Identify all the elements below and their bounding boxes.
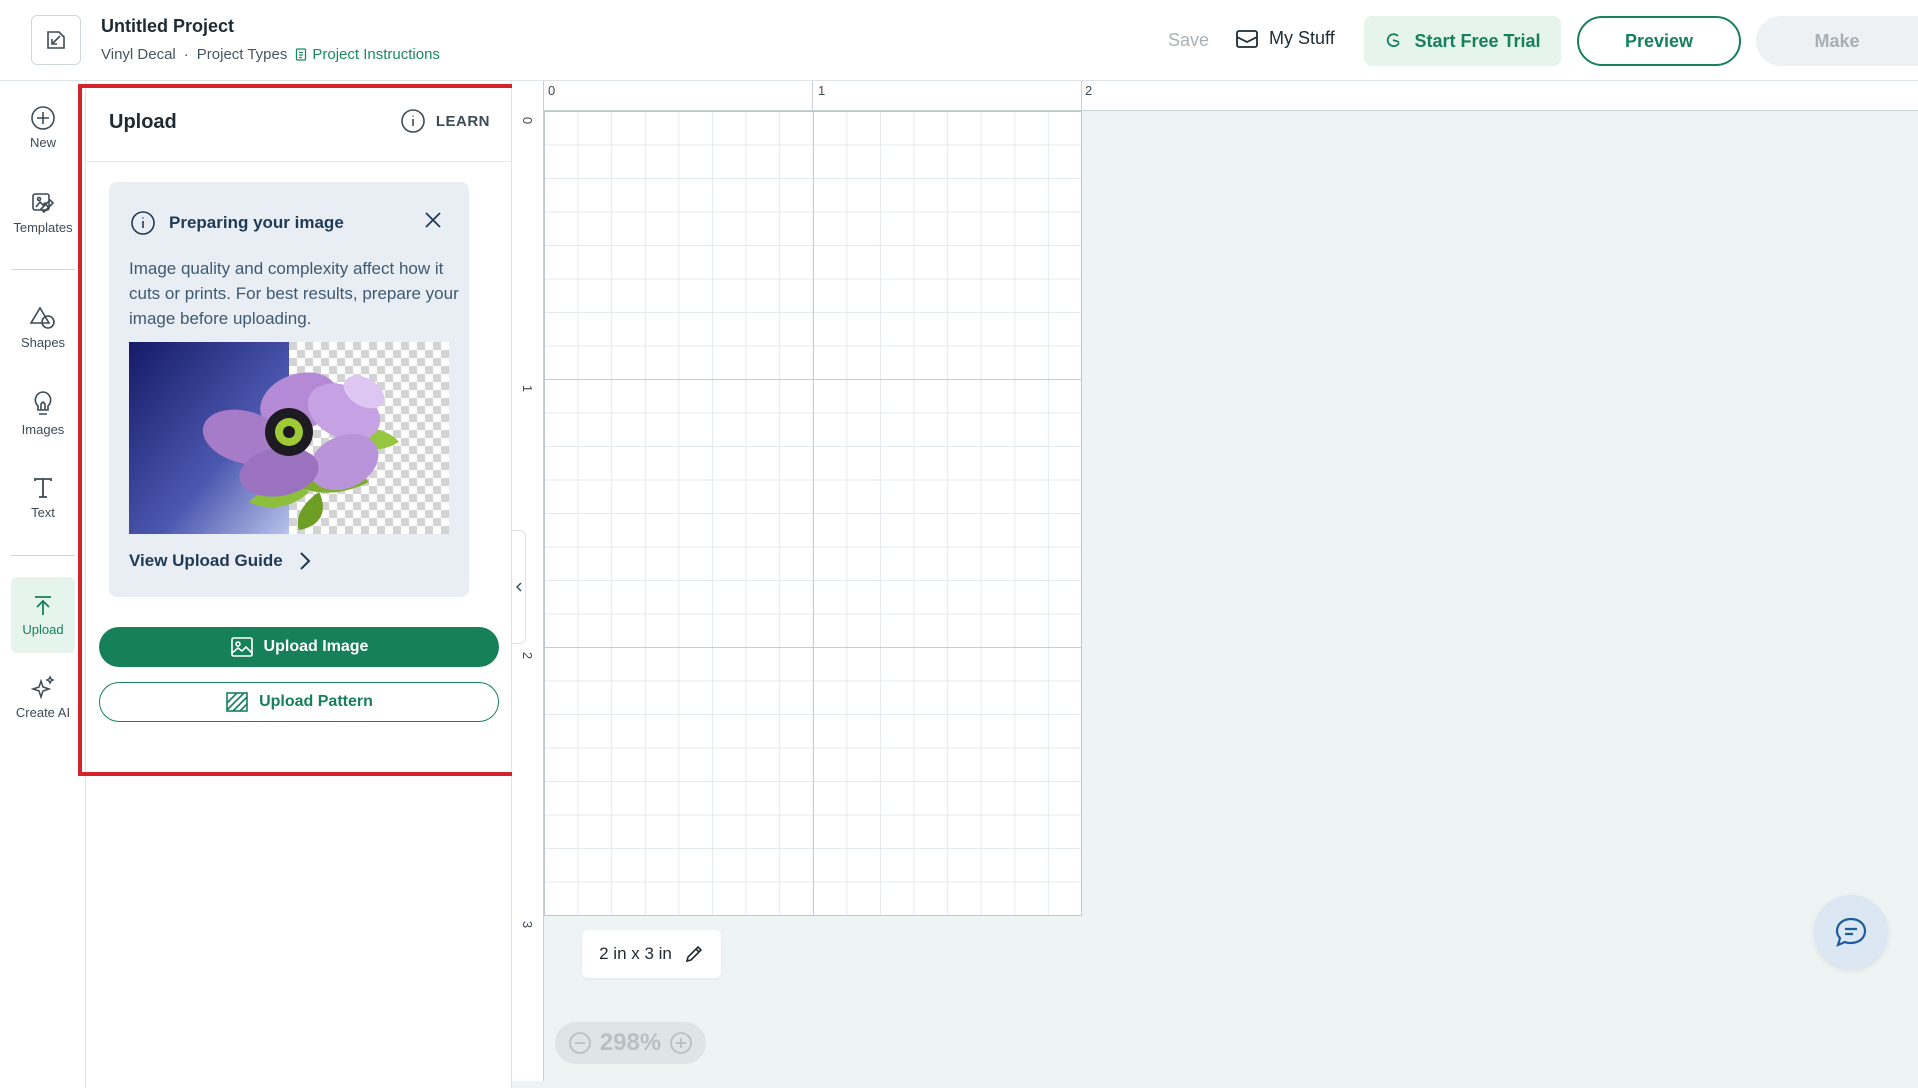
rail-divider [11,269,75,270]
chat-support-button[interactable] [1814,895,1888,969]
top-header: Untitled Project Vinyl Decal · Project T… [0,0,1918,81]
learn-button[interactable]: LEARN [400,108,490,134]
rail-item-new[interactable]: New [0,105,86,150]
rail-item-upload[interactable]: Upload [11,577,75,653]
pattern-icon [226,692,248,712]
panel-title: Upload [109,111,177,133]
document-icon [296,48,307,61]
shapes-icon [29,306,55,329]
chevron-right-icon [299,552,311,570]
rail-label-templates: Templates [13,220,73,235]
view-upload-guide-link[interactable]: View Upload Guide [129,551,311,571]
info-card-body: Image quality and complexity affect how … [129,259,459,328]
upload-icon [35,595,51,615]
ruler-left-label: 0 [520,116,536,125]
save-button[interactable]: Save [1168,30,1209,51]
background-removal-example-image [129,342,449,534]
chevron-left-icon [515,582,522,592]
rail-label-new: New [29,135,56,150]
info-card-header: Preparing your image [130,210,344,236]
my-stuff-button[interactable]: My Stuff [1235,28,1335,49]
project-types-link[interactable]: Project Types [197,46,288,63]
project-instructions-link[interactable]: Project Instructions [295,46,440,63]
ruler-top-label: 2 [1085,83,1093,98]
pencil-icon [685,945,703,963]
upload-image-button[interactable]: Upload Image [99,627,499,667]
meta-separator: · [183,46,189,63]
project-document-icon [47,31,65,49]
my-stuff-label: My Stuff [1269,28,1335,48]
rail-label-create-ai: Create AI [15,705,71,720]
close-info-button[interactable] [423,210,443,235]
rail-item-templates[interactable]: Templates [0,190,86,235]
learn-label: LEARN [435,112,490,130]
info-card-title: Preparing your image [169,213,344,232]
rail-label-upload: Upload [22,621,64,637]
project-type: Vinyl Decal [101,46,176,63]
project-title[interactable]: Untitled Project [101,16,234,37]
chat-icon [1835,917,1867,947]
ruler-left-label: 2 [520,651,536,660]
inbox-icon [1236,29,1258,48]
rail-label-shapes: Shapes [20,335,66,350]
start-free-trial-label: Start Free Trial [1414,30,1541,51]
project-meta: Vinyl Decal · Project Types Project Inst… [101,46,440,63]
project-instructions-label: Project Instructions [312,46,440,63]
preparing-image-card: Preparing your image Image quality and c… [109,182,469,597]
preview-button[interactable]: Preview [1577,16,1741,66]
plus-circle-icon [31,106,55,130]
sparkle-icon [30,675,55,700]
lightbulb-icon [34,391,52,415]
start-free-trial-button[interactable]: Start Free Trial [1364,16,1561,66]
rail-item-images[interactable]: Images [0,390,86,437]
rail-item-create-ai[interactable]: Create AI [0,675,86,720]
zoom-level: 298% [599,1029,662,1056]
upload-pattern-label: Upload Pattern [259,693,373,710]
info-icon [401,109,425,133]
zoom-in-icon[interactable] [669,1031,693,1055]
ruler-top-label: 0 [548,83,556,98]
cricut-access-icon [1387,33,1401,48]
rail-label-images: Images [21,422,65,437]
ruler-horizontal: 0 1 2 [544,81,1918,111]
project-icon-button[interactable] [31,15,81,65]
upload-image-label: Upload Image [263,638,369,655]
rail-label-text: Text [31,505,55,520]
ruler-left-label: 3 [520,920,536,929]
info-icon [131,211,155,235]
upload-panel-header: Upload LEARN [86,82,512,162]
image-icon [230,637,253,657]
templates-icon [32,193,55,214]
cutting-mat-grid[interactable] [544,111,1082,916]
view-upload-guide-label: View Upload Guide [129,551,283,570]
panel-collapse-handle[interactable] [512,530,526,644]
rail-item-shapes[interactable]: Shapes [0,305,86,350]
zoom-out-icon[interactable] [568,1031,592,1055]
canvas-size-chip[interactable]: 2 in x 3 in [582,930,721,978]
rail-divider [11,555,75,556]
ruler-top-label: 1 [818,83,826,98]
canvas-size-label: 2 in x 3 in [599,944,672,963]
rail-item-text[interactable]: Text [0,475,86,520]
close-icon [425,212,441,228]
left-toolbar: New Templates Shapes Images Text Upload … [0,81,86,1088]
ruler-left-label: 1 [520,384,536,393]
zoom-control: 298% [555,1022,706,1064]
text-icon [34,478,52,498]
upload-pattern-button[interactable]: Upload Pattern [99,682,499,722]
make-button[interactable]: Make [1756,16,1918,66]
